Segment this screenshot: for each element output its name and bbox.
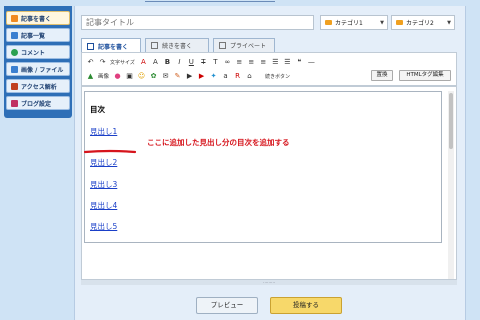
wrench-icon: [11, 99, 18, 107]
chevron-down-icon: ▼: [380, 19, 384, 26]
document-icon: [151, 42, 158, 49]
comment-icon: [11, 48, 18, 56]
sidebar-item-analytics[interactable]: アクセス解析: [6, 79, 70, 93]
post-button[interactable]: 投稿する: [270, 297, 342, 314]
category2-label: カテゴリ2: [406, 20, 434, 27]
link-icon[interactable]: ∞: [223, 58, 232, 66]
image-icon[interactable]: ▲: [86, 72, 95, 80]
category1-label: カテゴリ1: [335, 20, 363, 27]
youtube-icon[interactable]: ▶: [197, 72, 206, 80]
tab-label: プライベート: [230, 43, 267, 50]
sidebar-item-label: ブログ設定: [21, 100, 52, 108]
omit-button[interactable]: 続きボタン: [265, 73, 290, 80]
html-edit-button[interactable]: HTMLタグ編集: [399, 70, 451, 81]
folder-icon: [396, 20, 403, 25]
italic-icon[interactable]: I: [175, 58, 184, 66]
resize-handle[interactable]: ⋯⋯⋯: [81, 280, 457, 285]
image-label: 画像: [98, 74, 110, 80]
amazon-icon[interactable]: a: [221, 72, 230, 80]
edit-icon: [87, 42, 94, 50]
pencil-icon: [11, 14, 18, 22]
list-numbered-icon[interactable]: ☰: [283, 58, 292, 66]
pen-icon[interactable]: ✎: [173, 72, 182, 80]
title-input[interactable]: [81, 15, 314, 30]
strikethrough-icon[interactable]: T: [199, 58, 208, 66]
sidebar-item-images[interactable]: 画像 / ファイル: [6, 62, 70, 76]
text-color-icon[interactable]: A: [139, 58, 148, 66]
sidebar-item-comments[interactable]: コメント: [6, 45, 70, 59]
scrollbar-thumb[interactable]: [449, 93, 453, 149]
sticker-icon[interactable]: ✿: [149, 72, 158, 80]
twitter-icon[interactable]: ✦: [209, 72, 218, 80]
top-nav-fragment: [145, 0, 275, 2]
tab-continue[interactable]: 続きを書く: [145, 38, 209, 52]
sidebar-item-label: 画像 / ファイル: [21, 66, 64, 74]
toc-link[interactable]: 見出し2: [90, 157, 117, 168]
sidebar-item-label: 記事を書く: [21, 15, 52, 23]
bold-icon[interactable]: B: [163, 58, 172, 66]
replace-button[interactable]: 置換: [371, 70, 393, 81]
align-right-icon[interactable]: ≡: [259, 58, 268, 66]
annotation-text: ここに追加した見出し分の目次を追加する: [147, 138, 290, 147]
flickr-icon[interactable]: ●: [113, 72, 122, 80]
sidebar-item-label: コメント: [21, 49, 46, 57]
sidebar-item-write[interactable]: 記事を書く: [6, 11, 70, 25]
sidebar-item-label: 記事一覧: [21, 32, 46, 40]
image-icon: [11, 65, 18, 73]
video-icon[interactable]: ▶: [185, 72, 194, 80]
chevron-down-icon: ▼: [447, 19, 451, 26]
toolbar-row-1: ↶ ↷ 文字サイズ A A B I U T T ∞ ≡ ≡ ≡ ☰ ☰ ❝ —: [86, 56, 319, 68]
folder-icon: [325, 20, 332, 25]
red-underline-annotation: [84, 149, 136, 154]
emoji-icon[interactable]: ☺: [137, 72, 146, 80]
sidebar-item-articles[interactable]: 記事一覧: [6, 28, 70, 42]
content-scrollbar[interactable]: [448, 91, 454, 279]
align-center-icon[interactable]: ≡: [247, 58, 256, 66]
tab-private[interactable]: プライベート: [213, 38, 275, 52]
content-editable-area[interactable]: 目次 見出し1 見出し2 見出し3 見出し4 見出し5: [84, 91, 442, 243]
tab-write[interactable]: 記事を書く: [81, 38, 141, 53]
analytics-icon: [11, 82, 18, 90]
background-color-icon[interactable]: A: [151, 58, 160, 66]
toc-link[interactable]: 見出し5: [90, 221, 117, 232]
toolbar-row-2: ▲ 画像 ● ▣ ☺ ✿ ✉ ✎ ▶ ▶ ✦ a R ⌂ 続きボタン: [86, 70, 290, 82]
toc-link[interactable]: 見出し3: [90, 179, 117, 190]
toc-link[interactable]: 見出し1: [90, 126, 117, 137]
underline-icon[interactable]: U: [187, 58, 196, 66]
tab-label: 記事を書く: [98, 43, 129, 51]
toc-link[interactable]: 見出し4: [90, 200, 117, 211]
quote-icon[interactable]: ❝: [295, 58, 304, 66]
private-icon: [219, 42, 226, 49]
category1-select[interactable]: カテゴリ1 ▼: [320, 15, 388, 30]
category2-select[interactable]: カテゴリ2 ▼: [391, 15, 455, 30]
sns-icon[interactable]: ✉: [161, 72, 170, 80]
text-size-select[interactable]: 文字サイズ: [110, 59, 135, 66]
horizontal-rule-icon[interactable]: —: [307, 58, 316, 66]
list-bulleted-icon[interactable]: ☰: [271, 58, 280, 66]
tab-label: 続きを書く: [162, 43, 193, 50]
toc-heading: 目次: [90, 105, 105, 114]
photo-icon[interactable]: ▣: [125, 72, 134, 80]
list-icon: [11, 31, 18, 39]
sidebar-item-label: アクセス解析: [21, 83, 57, 91]
preview-button[interactable]: プレビュー: [196, 297, 258, 314]
rakuten-icon[interactable]: R: [233, 72, 242, 80]
superscript-icon[interactable]: T: [211, 58, 220, 66]
map-icon[interactable]: ⌂: [245, 72, 254, 80]
redo-icon[interactable]: ↷: [98, 58, 107, 66]
sidebar: 記事を書く 記事一覧 コメント 画像 / ファイル アクセス解析 ブログ設定: [4, 6, 72, 118]
undo-icon[interactable]: ↶: [86, 58, 95, 66]
align-left-icon[interactable]: ≡: [235, 58, 244, 66]
sidebar-item-settings[interactable]: ブログ設定: [6, 96, 70, 110]
